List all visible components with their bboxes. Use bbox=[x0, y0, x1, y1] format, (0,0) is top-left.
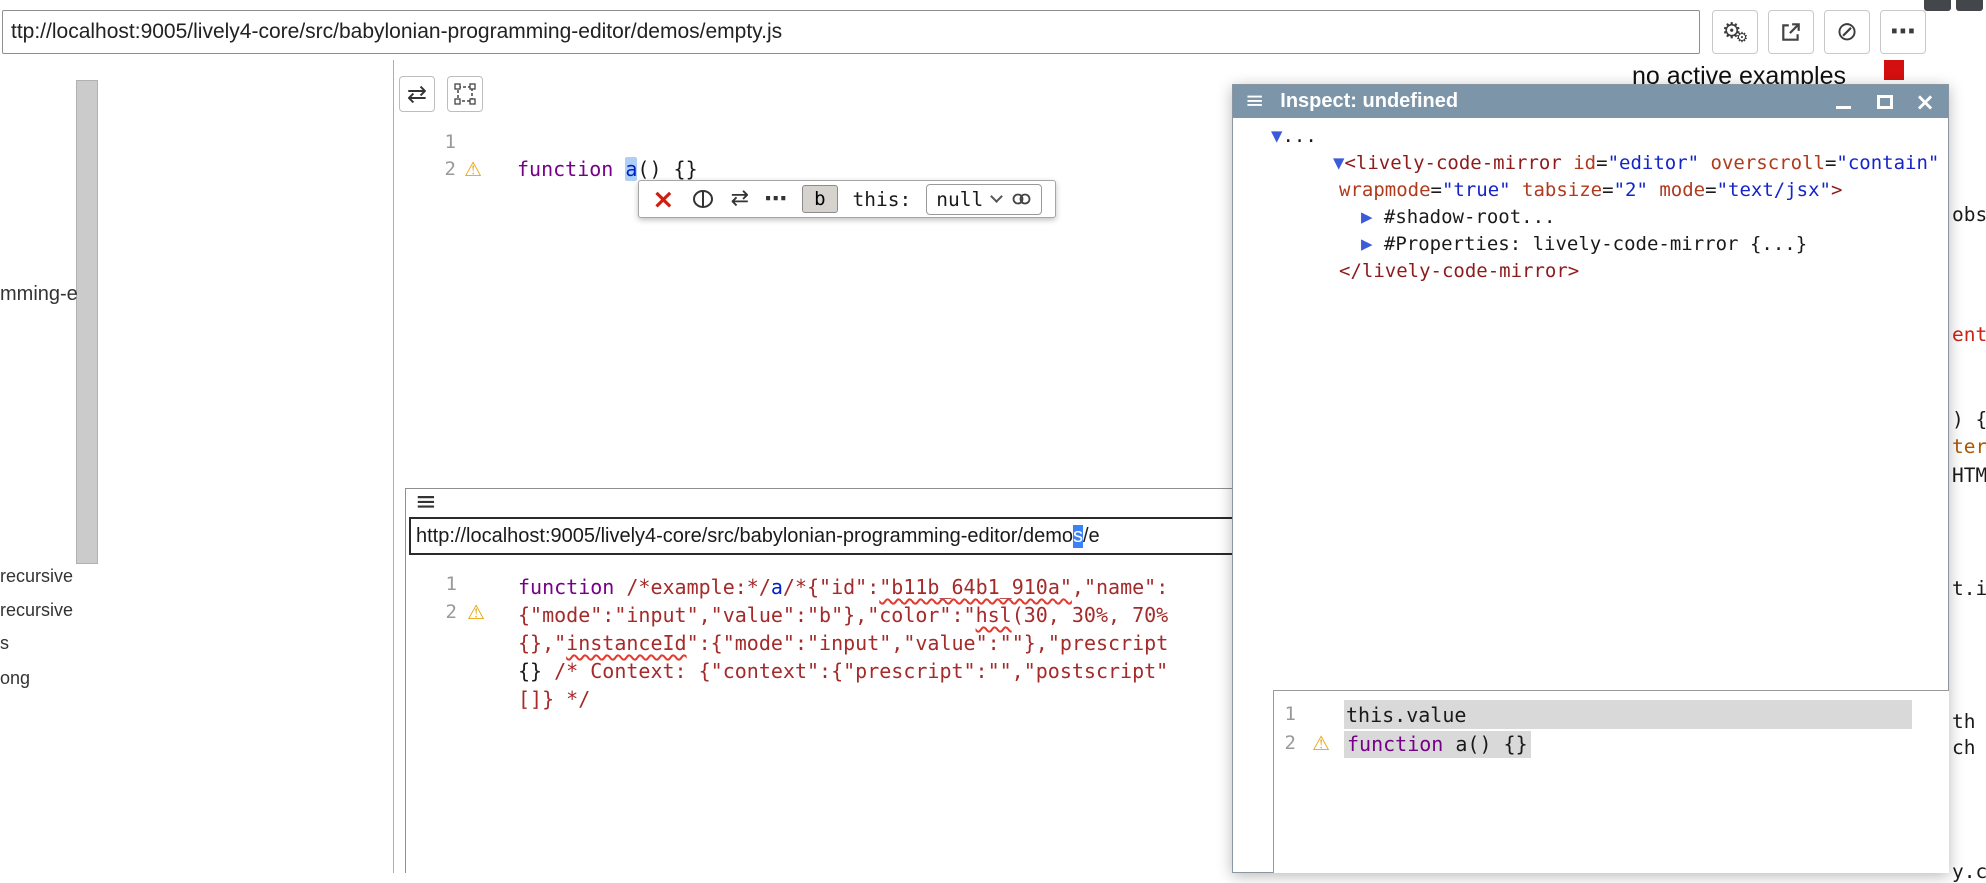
left-list-item[interactable]: recursive bbox=[0, 566, 73, 587]
close-button[interactable]: × bbox=[1910, 85, 1940, 118]
inspect-titlebar[interactable]: ≡ Inspect: undefined × bbox=[1233, 85, 1948, 118]
delete-example-button[interactable]: × bbox=[652, 186, 675, 213]
occluded-code-fragment: ent bbox=[1952, 323, 1986, 346]
line-number: 1 bbox=[430, 131, 456, 153]
occluded-code-fragment: HTM bbox=[1952, 464, 1986, 487]
maximize-button[interactable] bbox=[1870, 85, 1900, 118]
example-b-button[interactable]: b bbox=[802, 185, 837, 213]
warning-icon: ⚠ bbox=[1312, 733, 1330, 753]
occluded-code-fragment: obs bbox=[1952, 203, 1986, 226]
line-number: 1 bbox=[1270, 703, 1296, 725]
file-url-input[interactable]: http://localhost:9005/lively4-core/src/b… bbox=[409, 517, 1248, 555]
editor-window: ≡ http://localhost:9005/lively4-core/src… bbox=[405, 488, 1250, 873]
code-line[interactable]: {} /* Context: {"context":{"prescript":"… bbox=[518, 657, 1168, 685]
occluded-code-fragment: ter bbox=[1952, 435, 1986, 458]
more-options-button[interactable]: ⋯ bbox=[1880, 10, 1926, 54]
occluded-code-fragment: y.c bbox=[1952, 860, 1986, 883]
block-button[interactable]: ⊘ bbox=[1824, 10, 1870, 54]
code-line[interactable]: function a() {} bbox=[1344, 731, 1531, 758]
left-list-title: mming-e bbox=[0, 283, 78, 306]
tree-row[interactable]: ▼<lively-code-mirror id="editor" overscr… bbox=[1333, 152, 1939, 174]
line-number: 2 bbox=[431, 601, 457, 623]
gear-icon: ⚙ bbox=[1736, 31, 1749, 45]
code-line[interactable]: {},"instanceId":{"mode":"input","value":… bbox=[518, 629, 1168, 657]
mini-code-editor: 1 2 ⚠ this.value function a() {} bbox=[1273, 690, 1949, 873]
url-text: /e bbox=[1083, 525, 1100, 548]
toggle-icon bbox=[690, 189, 716, 209]
code-line[interactable]: function a() {} bbox=[517, 156, 698, 183]
selection-mode-button[interactable] bbox=[447, 76, 483, 112]
url-selected-text: s bbox=[1073, 525, 1083, 548]
chevron-down-icon bbox=[990, 190, 1003, 203]
tree-row[interactable]: ▼... bbox=[1271, 125, 1317, 147]
more-example-button[interactable]: ⋯ bbox=[764, 188, 787, 211]
url-text: http://localhost:9005/lively4-core/src/b… bbox=[416, 525, 1073, 548]
window-menu-icon[interactable]: ≡ bbox=[1245, 90, 1264, 113]
toggle-example-button[interactable] bbox=[690, 189, 716, 209]
maximize-icon bbox=[1877, 95, 1893, 109]
left-list-item[interactable]: s bbox=[0, 633, 9, 654]
this-value-dropdown[interactable]: null bbox=[926, 184, 1042, 215]
line-number: 2 bbox=[1270, 732, 1296, 754]
tree-row[interactable]: ▶ #Properties: lively-code-mirror {...} bbox=[1361, 233, 1807, 255]
occluded-code-fragment: ) { bbox=[1952, 408, 1986, 431]
panel-divider bbox=[393, 60, 394, 873]
link-icon bbox=[1010, 191, 1032, 207]
occluded-code-fragment: th bbox=[1952, 710, 1975, 733]
window-close-button[interactable] bbox=[1956, 0, 1983, 11]
line-number: 1 bbox=[431, 573, 457, 595]
left-scrollbar[interactable] bbox=[76, 80, 98, 564]
swap-arrows-icon: ⇄ bbox=[407, 82, 427, 106]
external-link-icon bbox=[1780, 21, 1802, 43]
ellipsis-icon: ⋯ bbox=[1890, 19, 1916, 45]
this-label: this: bbox=[853, 188, 912, 211]
tree-row[interactable]: ▶ #shadow-root... bbox=[1361, 206, 1555, 228]
code-line[interactable]: {"mode":"input","value":"b"},"color":"hs… bbox=[518, 601, 1168, 629]
tree-row[interactable]: </lively-code-mirror> bbox=[1339, 260, 1579, 282]
transform-select-icon bbox=[453, 82, 477, 106]
settings-button[interactable]: ⚙⚙ bbox=[1712, 10, 1758, 54]
address-bar-input[interactable] bbox=[2, 10, 1700, 54]
tree-row[interactable]: wrapmode="true" tabsize="2" mode="text/j… bbox=[1339, 179, 1842, 201]
swap-example-button[interactable]: ⇄ bbox=[731, 188, 749, 210]
ban-icon: ⊘ bbox=[1836, 19, 1858, 45]
swap-connections-button[interactable]: ⇄ bbox=[399, 76, 435, 112]
dropdown-value: null bbox=[936, 188, 983, 211]
window-control-button[interactable] bbox=[1924, 0, 1951, 11]
warning-icon: ⚠ bbox=[467, 602, 485, 622]
code-line[interactable]: this.value bbox=[1346, 702, 1466, 729]
occluded-code-fragment: ch bbox=[1952, 736, 1975, 759]
code-line[interactable]: []} */ bbox=[518, 685, 590, 713]
occluded-code-fragment: t.i bbox=[1952, 577, 1986, 600]
browser-top-bar: ⚙⚙ ⊘ ⋯ bbox=[0, 0, 1986, 62]
window-title: Inspect: undefined bbox=[1280, 90, 1458, 113]
minimize-button[interactable] bbox=[1828, 85, 1858, 118]
open-external-button[interactable] bbox=[1768, 10, 1814, 54]
window-menu-icon[interactable]: ≡ bbox=[415, 487, 437, 517]
close-icon: × bbox=[1915, 90, 1935, 114]
warning-icon: ⚠ bbox=[464, 159, 482, 179]
minimize-icon bbox=[1836, 106, 1851, 109]
probe-widget: × ⇄ ⋯ b this: null bbox=[638, 180, 1056, 218]
left-list-item[interactable]: ong bbox=[0, 668, 30, 689]
red-marker bbox=[1884, 60, 1904, 80]
code-line[interactable]: function /*example:*/a/*{"id":"b11b_64b1… bbox=[518, 573, 1168, 601]
line-number: 2 bbox=[430, 158, 456, 180]
left-list-item[interactable]: recursive bbox=[0, 600, 73, 621]
